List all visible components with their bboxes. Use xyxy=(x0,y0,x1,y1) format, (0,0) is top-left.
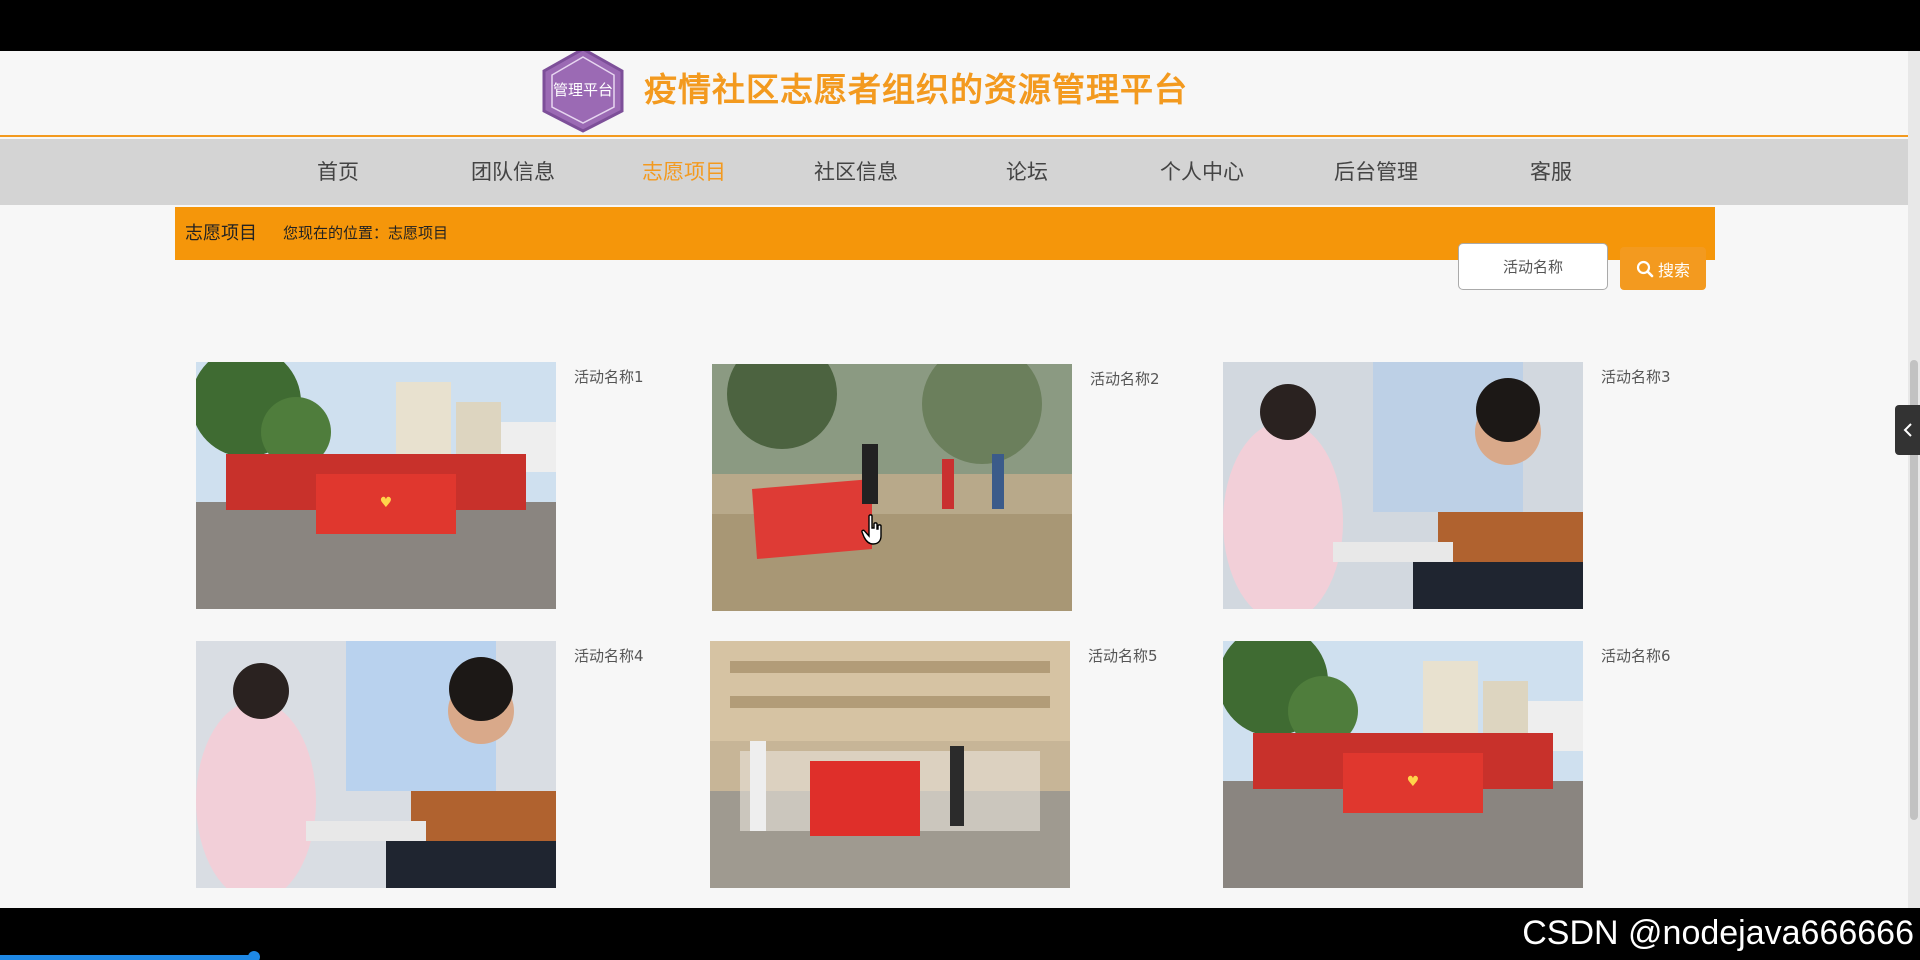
svg-text:♥: ♥ xyxy=(380,495,393,511)
project-photo[interactable] xyxy=(1223,362,1583,609)
project-card[interactable]: ♥ 活动名称1 xyxy=(196,362,644,609)
project-name[interactable]: 活动名称2 xyxy=(1090,368,1160,389)
project-name[interactable]: 活动名称4 xyxy=(574,645,644,666)
nav-item-forum[interactable]: 论坛 xyxy=(957,139,1097,205)
project-card[interactable]: 活动名称2 xyxy=(712,364,1160,611)
project-name[interactable]: 活动名称3 xyxy=(1601,366,1671,387)
project-card[interactable]: 活动名称4 xyxy=(196,641,644,888)
nav-item-customer-service[interactable]: 客服 xyxy=(1481,139,1621,205)
search-icon xyxy=(1636,260,1654,277)
project-card[interactable]: 活动名称3 xyxy=(1223,362,1671,609)
video-progress-bar[interactable] xyxy=(0,955,255,960)
screen-bottom-bar: CSDN @nodejava666666 xyxy=(0,908,1920,960)
main-nav: 首页 团队信息 志愿项目 社区信息 论坛 个人中心 后台管理 客服 xyxy=(0,139,1908,205)
search-button[interactable]: 搜索 xyxy=(1620,247,1706,290)
search-input[interactable] xyxy=(1458,243,1608,290)
side-panel-toggle[interactable] xyxy=(1895,405,1920,455)
nav-item-team-info[interactable]: 团队信息 xyxy=(443,139,583,205)
project-name[interactable]: 活动名称1 xyxy=(574,366,644,387)
project-card[interactable]: 活动名称5 xyxy=(710,641,1158,888)
site-logo: 管理平台 xyxy=(542,51,624,133)
project-name[interactable]: 活动名称6 xyxy=(1601,645,1671,666)
nav-item-volunteer-projects[interactable]: 志愿项目 xyxy=(614,139,754,205)
nav-item-community-info[interactable]: 社区信息 xyxy=(786,139,926,205)
project-card[interactable]: ♥ 活动名称6 xyxy=(1223,641,1671,888)
screen-top-bar xyxy=(0,0,1920,51)
chevron-left-icon xyxy=(1903,423,1912,437)
nav-item-personal-center[interactable]: 个人中心 xyxy=(1132,139,1272,205)
project-photo[interactable] xyxy=(196,641,556,888)
project-photo[interactable] xyxy=(712,364,1072,611)
search-button-label: 搜索 xyxy=(1657,260,1690,280)
breadcrumb-title: 志愿项目 xyxy=(185,223,257,244)
nav-item-home[interactable]: 首页 xyxy=(268,139,408,205)
project-photo[interactable] xyxy=(710,641,1070,888)
project-photo[interactable]: ♥ xyxy=(196,362,556,609)
svg-text:♥: ♥ xyxy=(1407,774,1420,790)
nav-item-admin[interactable]: 后台管理 xyxy=(1306,139,1446,205)
csdn-watermark: CSDN @nodejava666666 xyxy=(1522,914,1914,952)
video-progress-handle[interactable] xyxy=(248,951,260,960)
project-photo[interactable]: ♥ xyxy=(1223,641,1583,888)
site-header: 管理平台 疫情社区志愿者组织的资源管理平台 xyxy=(0,51,1908,137)
site-title: 疫情社区志愿者组织的资源管理平台 xyxy=(644,70,1188,109)
logo-text: 管理平台 xyxy=(553,81,613,99)
breadcrumb-position: 您现在的位置：志愿项目 xyxy=(283,224,449,242)
project-name[interactable]: 活动名称5 xyxy=(1088,645,1158,666)
